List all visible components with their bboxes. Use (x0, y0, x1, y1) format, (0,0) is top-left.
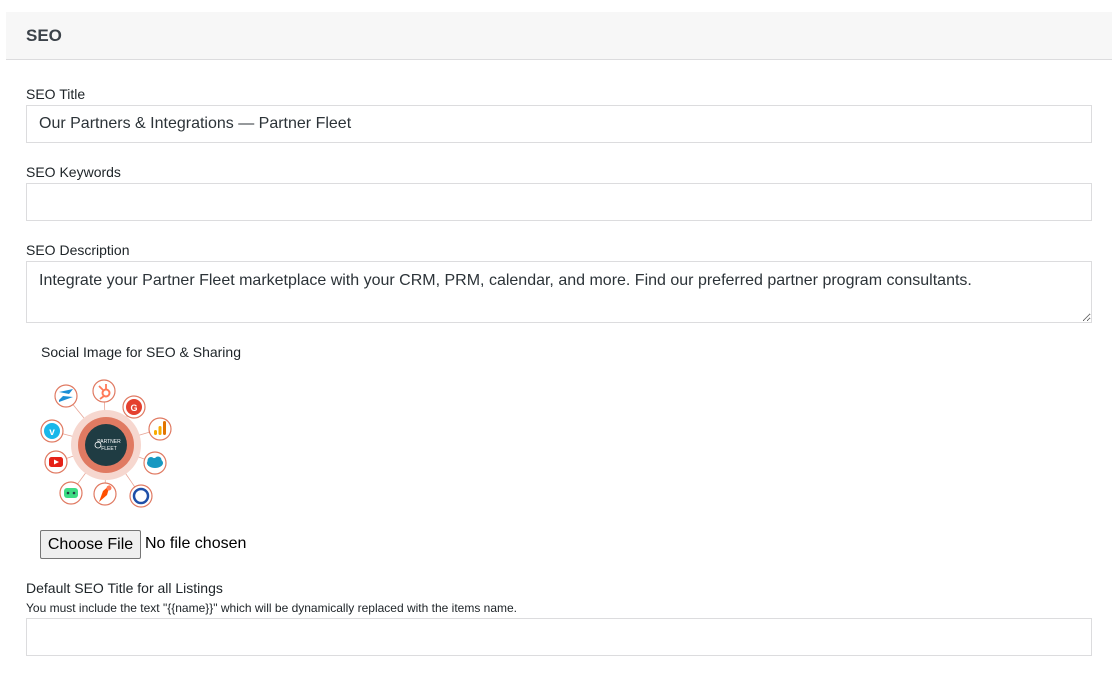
social-image-preview: PARTNER FLEET G v (40, 379, 172, 508)
vimeo-icon: v (40, 419, 64, 443)
hub-center (85, 424, 127, 466)
default-listing-title-help: You must include the text "{{name}}" whi… (26, 601, 518, 615)
zendesk-icon (54, 384, 78, 408)
android-icon (59, 481, 83, 505)
default-listing-title-label: Default SEO Title for all Listings (26, 580, 223, 596)
seo-title-label: SEO Title (26, 86, 86, 102)
panel-title: SEO (26, 26, 62, 45)
seo-title-input[interactable] (26, 105, 1092, 143)
calendly-icon (129, 484, 153, 508)
youtube-icon (44, 450, 68, 474)
svg-text:G: G (130, 403, 137, 413)
hubspot-icon (92, 379, 116, 403)
seo-keywords-input[interactable] (26, 183, 1092, 221)
seo-description-label: SEO Description (26, 242, 130, 258)
file-status-text: No file chosen (145, 535, 247, 552)
seo-panel-header: SEO (6, 12, 1112, 60)
default-listing-title-input[interactable] (26, 618, 1092, 656)
svg-text:v: v (49, 427, 55, 438)
seo-keywords-label: SEO Keywords (26, 164, 121, 180)
choose-file-button[interactable]: Choose File (40, 530, 141, 559)
g2-icon: G (122, 395, 146, 419)
seo-description-textarea[interactable]: Integrate your Partner Fleet marketplace… (26, 261, 1092, 323)
google-analytics-icon (148, 417, 172, 441)
zapier-icon (93, 482, 117, 506)
social-image-label: Social Image for SEO & Sharing (41, 344, 241, 360)
salesforce-icon (143, 451, 167, 475)
logo-text-line2: FLEET (101, 446, 117, 452)
